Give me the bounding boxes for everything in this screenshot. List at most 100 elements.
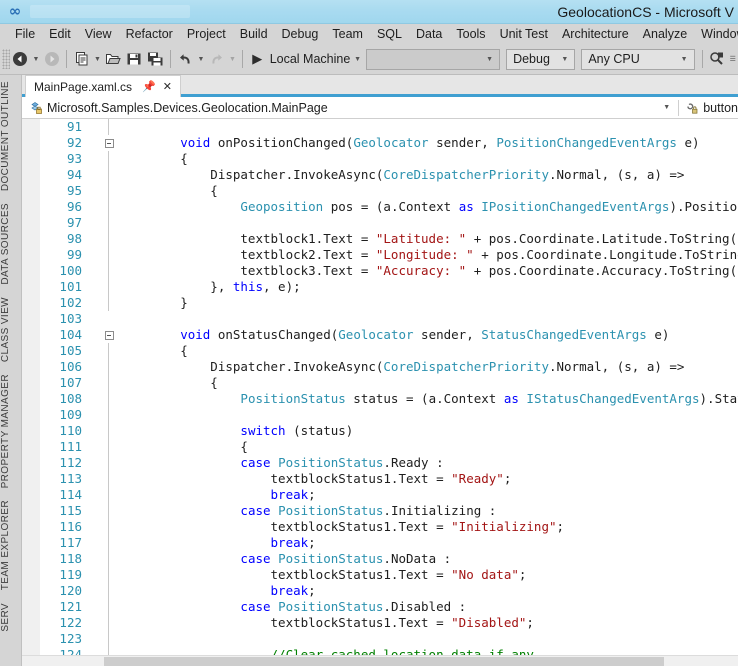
menu-item-architecture[interactable]: Architecture [555,24,636,44]
code-line[interactable]: 117 break; [22,535,738,551]
new-project-dropdown-icon[interactable]: ▼ [92,48,103,70]
redo-dropdown-icon[interactable]: ▼ [227,48,238,70]
menu-item-tools[interactable]: Tools [449,24,492,44]
outlining-guideline [108,407,109,423]
code-line[interactable]: 121 case PositionStatus.Disabled : [22,599,738,615]
code-line[interactable]: 101 }, this, e); [22,279,738,295]
code-line[interactable]: 100 textblock3.Text = "Accuracy: " + pos… [22,263,738,279]
code-line[interactable]: 118 case PositionStatus.NoData : [22,551,738,567]
sidebar-item-team-explorer[interactable]: TEAM EXPLORER [0,494,21,596]
member-dropdown[interactable]: button [679,97,738,118]
collapse-region-icon[interactable] [102,135,116,151]
code-token-pln [120,199,240,214]
code-line[interactable]: 91 [22,119,738,135]
save-icon[interactable] [124,48,145,70]
debug-target-label[interactable]: Local Machine [268,52,353,66]
solution-configuration-combo[interactable]: Debug ▼ [506,48,576,70]
code-line[interactable]: 107 { [22,375,738,391]
menu-item-sql[interactable]: SQL [370,24,409,44]
menu-item-file[interactable]: File [8,24,42,44]
toolbar-grip[interactable] [2,49,10,69]
solution-platform-combo[interactable]: Any CPU ▼ [581,48,695,70]
navigate-back-icon[interactable] [10,48,31,70]
window-title: GeolocationCS - Microsoft V [557,4,734,20]
sidebar-item-class-view[interactable]: CLASS VIEW [0,291,21,368]
code-line[interactable]: 94 Dispatcher.InvokeAsync(CoreDispatcher… [22,167,738,183]
startup-item-combo[interactable]: ▼ [365,48,501,70]
code-line[interactable]: 99 textblock2.Text = "Longitude: " + pos… [22,247,738,263]
code-line[interactable]: 122 textblockStatus1.Text = "Disabled"; [22,615,738,631]
code-token-pln: (status) [285,423,354,438]
menu-item-analyze[interactable]: Analyze [636,24,694,44]
line-number: 114 [59,487,82,502]
code-line[interactable]: 119 textblockStatus1.Text = "No data"; [22,567,738,583]
code-line[interactable]: 115 case PositionStatus.Initializing : [22,503,738,519]
new-project-icon[interactable] [71,48,92,70]
code-line[interactable]: 103 [22,311,738,327]
code-line[interactable]: 97 [22,215,738,231]
undo-dropdown-icon[interactable]: ▼ [196,48,207,70]
close-icon[interactable]: ✕ [160,80,175,93]
save-all-icon[interactable] [145,48,166,70]
menu-item-project[interactable]: Project [180,24,233,44]
redo-icon[interactable] [206,48,227,70]
code-line[interactable]: 108 PositionStatus status = (a.Context a… [22,391,738,407]
menu-item-data[interactable]: Data [409,24,449,44]
line-number: 108 [59,391,82,406]
code-token-pln: .Initializing : [383,503,497,518]
horizontal-scroll-thumb[interactable] [104,657,664,666]
document-tab-mainpage-xaml-cs[interactable]: MainPage.xaml.cs 📌 ✕ [25,75,181,97]
navigate-back-dropdown-icon[interactable]: ▼ [31,48,42,70]
pin-icon[interactable]: 📌 [138,80,160,93]
code-token-pln [120,391,240,406]
code-line[interactable]: 106 Dispatcher.InvokeAsync(CoreDispatche… [22,359,738,375]
sidebar-item-data-sources[interactable]: DATA SOURCES [0,197,21,291]
code-line[interactable]: 92 void onPositionChanged(Geolocator sen… [22,135,738,151]
code-line[interactable]: 109 [22,407,738,423]
debug-target-dropdown-icon[interactable]: ▼ [352,48,363,70]
menu-item-refactor[interactable]: Refactor [119,24,180,44]
code-line[interactable]: 113 textblockStatus1.Text = "Ready"; [22,471,738,487]
menu-item-debug[interactable]: Debug [275,24,326,44]
line-number: 113 [59,471,82,486]
code-line[interactable]: 123 [22,631,738,647]
menu-item-build[interactable]: Build [233,24,275,44]
code-line[interactable]: 95 { [22,183,738,199]
navigate-forward-icon[interactable] [41,48,62,70]
code-line[interactable]: 102 } [22,295,738,311]
sidebar-item-document-outline[interactable]: DOCUMENT OUTLINE [0,75,21,197]
code-line[interactable]: 93 { [22,151,738,167]
menu-item-unit-test[interactable]: Unit Test [493,24,555,44]
open-file-icon[interactable] [103,48,124,70]
type-dropdown[interactable]: Microsoft.Samples.Devices.Geolocation.Ma… [22,97,678,118]
menu-item-edit[interactable]: Edit [42,24,78,44]
code-line[interactable]: 105 { [22,343,738,359]
code-token-pln: pos = (a.Context [323,199,459,214]
outlining-guideline [108,231,109,247]
start-debugging-play-icon[interactable]: ▶ [247,48,268,70]
code-line[interactable]: 120 break; [22,583,738,599]
menu-item-team[interactable]: Team [325,24,370,44]
toolbar-overflow-icon[interactable]: ☰ [728,48,738,70]
code-editor[interactable]: 91 92 void onPositionChanged(Geolocator s… [22,119,738,666]
sidebar-item-server-explorer[interactable]: SERV [0,597,21,638]
undo-icon[interactable] [175,48,196,70]
code-line[interactable]: 98 textblock1.Text = "Latitude: " + pos.… [22,231,738,247]
menu-item-window[interactable]: Window [694,24,738,44]
find-in-files-icon[interactable] [707,48,728,70]
code-line[interactable]: 111 { [22,439,738,455]
sidebar-item-property-manager[interactable]: PROPERTY MANAGER [0,368,21,494]
collapse-region-icon[interactable] [102,327,116,343]
code-line[interactable]: 116 textblockStatus1.Text = "Initializin… [22,519,738,535]
code-line[interactable]: 96 Geoposition pos = (a.Context as IPosi… [22,199,738,215]
horizontal-scrollbar[interactable] [22,655,738,666]
method-private-icon [684,100,699,115]
code-line[interactable]: 104 void onStatusChanged(Geolocator send… [22,327,738,343]
code-line[interactable]: 110 switch (status) [22,423,738,439]
code-line[interactable]: 112 case PositionStatus.Ready : [22,455,738,471]
code-token-pln: ; [556,519,565,534]
line-number: 99 [66,247,82,262]
code-token-kw: void [180,135,211,150]
menu-item-view[interactable]: View [78,24,119,44]
code-line[interactable]: 114 break; [22,487,738,503]
